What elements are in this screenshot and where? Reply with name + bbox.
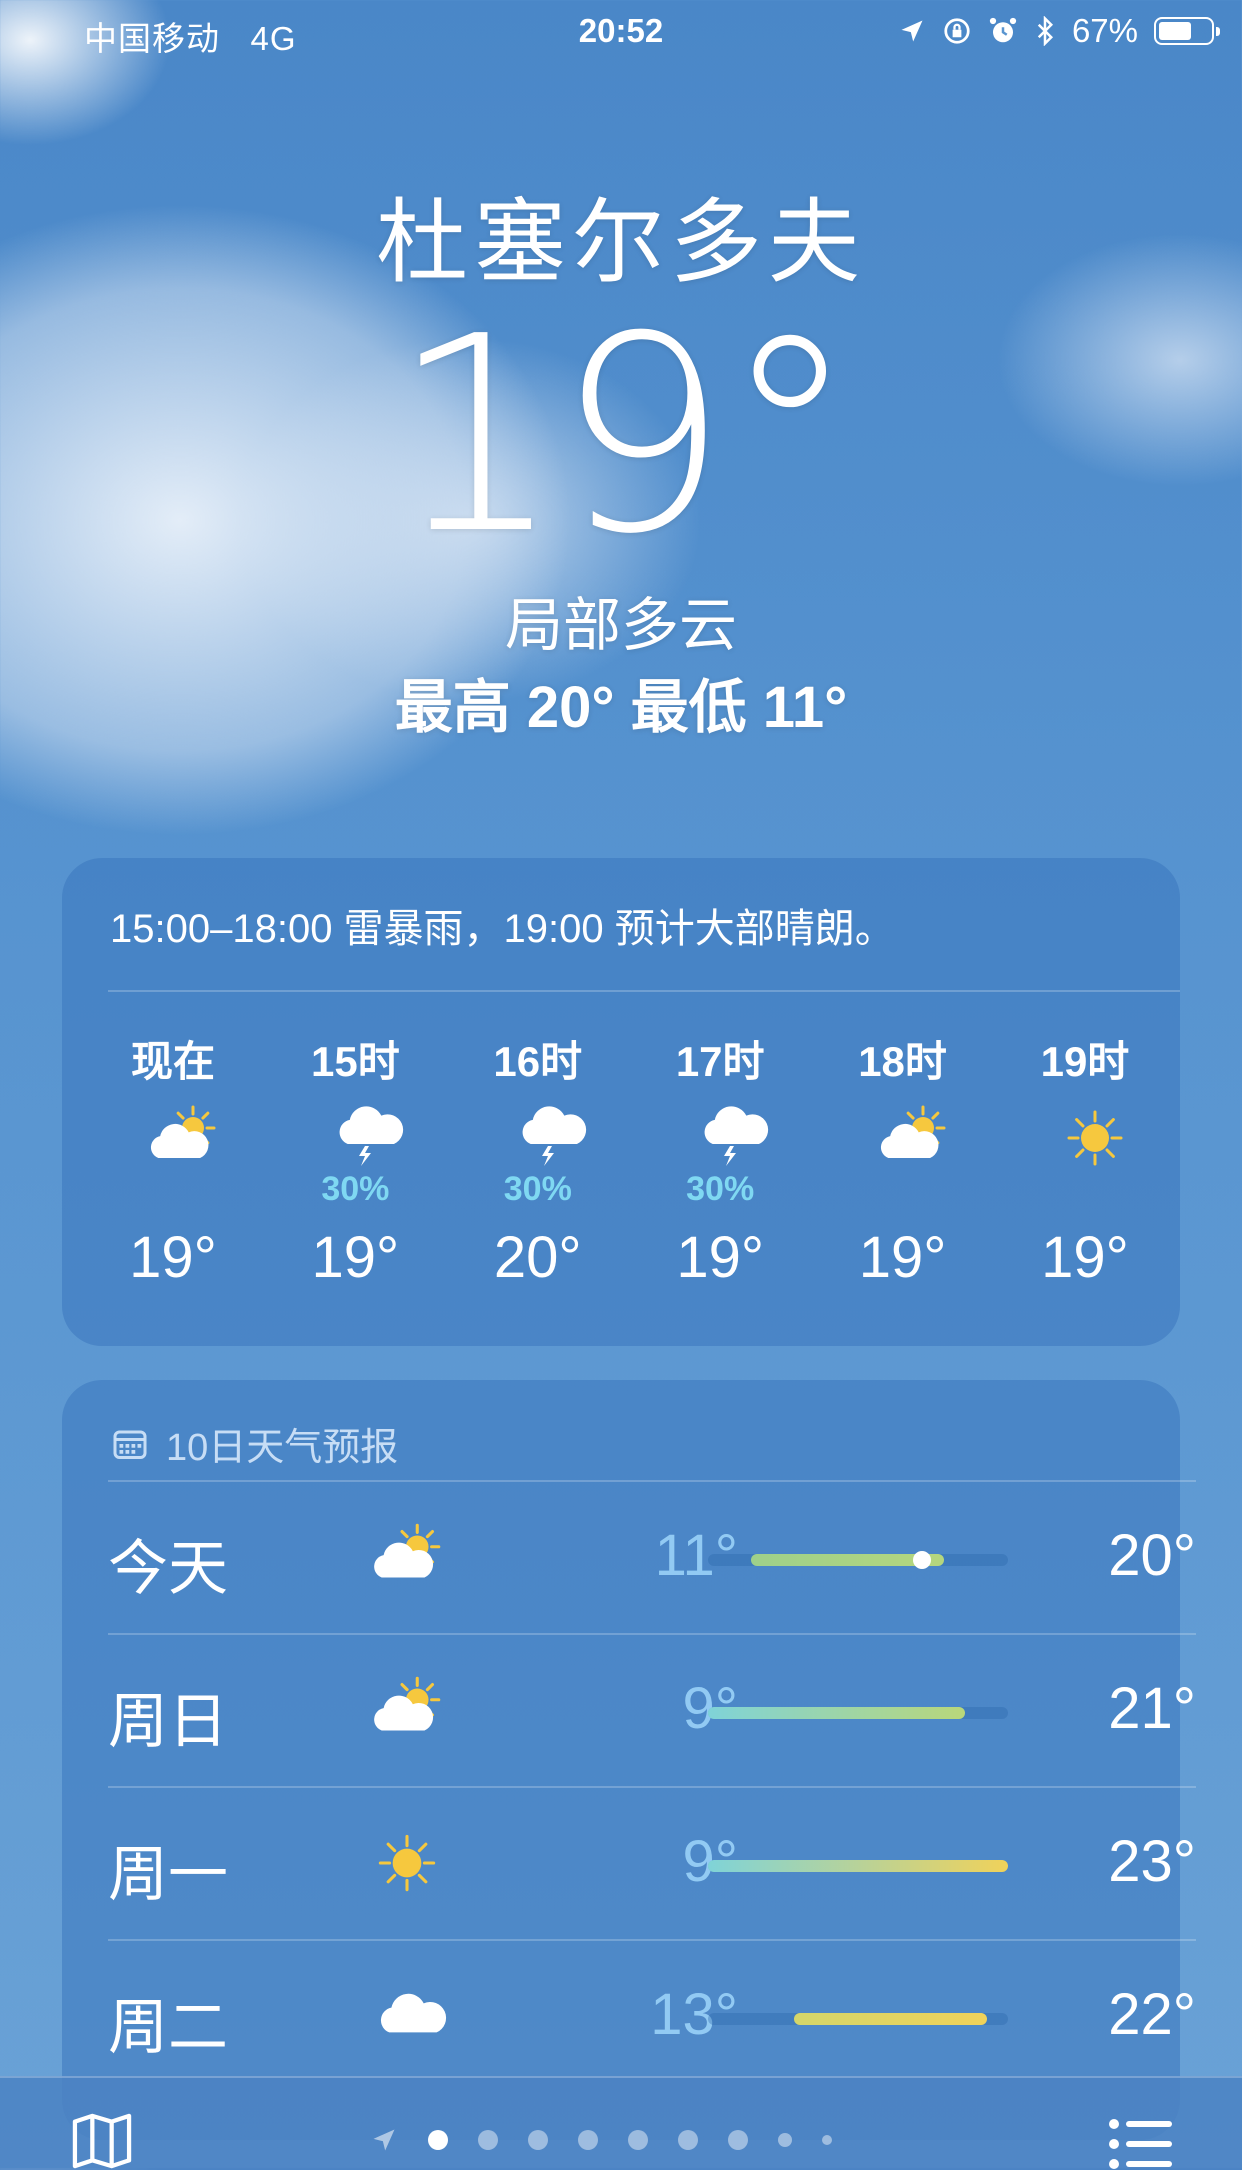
hour-temperature: 20° — [493, 1225, 582, 1290]
sun-icon — [362, 1822, 452, 1904]
high-temperature: 22° — [1108, 1982, 1196, 2047]
alarm-icon — [989, 17, 1017, 43]
page-dot[interactable] — [478, 2130, 498, 2150]
hour-label: 现在 — [130, 1038, 215, 1085]
temperature-range-bar — [708, 1860, 1008, 1872]
bottom-toolbar — [0, 2076, 1242, 2170]
hourly-item: 17时 30% 19° — [655, 1028, 785, 1318]
page-dot[interactable] — [678, 2130, 698, 2150]
forecast-row[interactable]: 周日 9° 21° — [108, 1633, 1196, 1786]
high-low: 最高 20° 最低 11° — [394, 675, 848, 740]
map-icon[interactable] — [70, 2112, 134, 2170]
hour-label: 16时 — [493, 1038, 583, 1085]
page-dot[interactable] — [578, 2130, 598, 2150]
hour-temperature: 19° — [676, 1225, 765, 1290]
page-dot[interactable] — [728, 2130, 748, 2150]
hourly-list[interactable]: 现在 19° 15时 30% 19° 16时 30% 20° 17时 30% 19° 1… — [108, 1028, 1150, 1318]
current-temperature: 19° — [390, 278, 858, 593]
high-temperature: 23° — [1108, 1829, 1196, 1894]
location-arrow-icon — [901, 20, 923, 42]
thunderstorm-icon — [690, 1098, 770, 1178]
high-temperature: 20° — [1108, 1523, 1196, 1588]
hourly-item: 15时 30% 19° — [290, 1028, 420, 1318]
partly-cloudy-icon — [362, 1669, 452, 1751]
temperature-range-fill — [708, 1860, 1008, 1872]
hour-label: 18时 — [858, 1038, 947, 1085]
hour-temperature: 19° — [858, 1225, 947, 1290]
precipitation-probability: 30% — [686, 1170, 755, 1208]
current-temp-dot — [913, 1551, 932, 1569]
day-label: 周二 — [108, 1994, 228, 2061]
day-label: 周日 — [108, 1688, 228, 1755]
page-dot[interactable] — [628, 2130, 648, 2150]
rotation-lock-icon — [944, 18, 970, 44]
battery-percent: 67% — [1071, 12, 1138, 49]
hour-label: 17时 — [675, 1038, 765, 1085]
page-dot[interactable] — [778, 2133, 792, 2147]
temperature-range-fill — [708, 1707, 966, 1719]
forecast-list: 今天 11° 20°周日 9° 21°周一 9° 23°周二 13° 22° — [108, 1480, 1198, 2092]
thunderstorm-icon — [508, 1098, 588, 1178]
page-dot[interactable] — [822, 2135, 832, 2145]
sun-icon — [1055, 1098, 1135, 1178]
hour-label: 19时 — [1040, 1038, 1130, 1085]
high-temperature: 21° — [1108, 1676, 1196, 1741]
current-condition: 局部多云 — [504, 593, 737, 658]
forecast-header: 10日天气预报 — [112, 1416, 398, 1471]
hourly-summary: 15:00–18:00 雷暴雨，19:00 预计大部晴朗。 — [110, 907, 895, 951]
temperature-range-bar — [708, 1551, 1008, 1569]
page-dot[interactable] — [528, 2130, 548, 2150]
forecast-row[interactable]: 周二 13° 22° — [108, 1939, 1196, 2092]
calendar-icon — [113, 1430, 147, 1459]
hour-temperature: 19° — [311, 1225, 400, 1290]
day-label: 周一 — [108, 1841, 228, 1908]
hour-label: 15时 — [311, 1038, 400, 1085]
hour-temperature: 19° — [129, 1225, 217, 1290]
list-icon[interactable] — [1108, 2118, 1172, 2170]
hourly-item: 16时 30% 20° — [473, 1028, 603, 1318]
status-bar: 中国移动 4G 20:52 67% — [0, 0, 1242, 64]
cloud-icon — [362, 1975, 452, 2057]
forecast-row[interactable]: 周一 9° 23° — [108, 1786, 1196, 1939]
partly-cloudy-icon — [143, 1098, 223, 1178]
location-page-icon[interactable] — [370, 2126, 398, 2154]
forecast-row[interactable]: 今天 11° 20° — [108, 1480, 1196, 1633]
status-icons: 67% — [898, 12, 1220, 50]
battery-icon — [1154, 17, 1220, 45]
temperature-range-bar — [708, 2013, 1008, 2025]
page-indicator[interactable] — [370, 2126, 832, 2154]
day-label: 今天 — [108, 1535, 228, 1602]
forecast-title: 10日天气预报 — [166, 1427, 399, 1469]
thunderstorm-icon — [325, 1098, 405, 1178]
bluetooth-icon — [1037, 16, 1053, 46]
precipitation-probability: 30% — [503, 1170, 572, 1208]
partly-cloudy-icon — [362, 1516, 452, 1598]
precipitation-probability: 30% — [321, 1170, 390, 1208]
hourly-forecast-card[interactable]: 15:00–18:00 雷暴雨，19:00 预计大部晴朗。 现在 19° 15时 … — [62, 858, 1180, 1346]
ten-day-forecast-card[interactable]: 10日天气预报 今天 11° 20°周日 9° 21°周一 9° 23°周二 1… — [62, 1380, 1196, 2140]
hour-temperature: 19° — [1041, 1225, 1129, 1290]
temperature-range-bar — [708, 1707, 1008, 1719]
temperature-range-fill — [793, 2013, 987, 2025]
page-dot[interactable] — [428, 2130, 448, 2150]
partly-cloudy-icon — [873, 1098, 953, 1178]
hourly-item: 18时 19° — [838, 1028, 968, 1318]
hourly-item: 19时 19° — [1020, 1028, 1150, 1318]
divider — [108, 990, 1180, 992]
hourly-item: 现在 19° — [108, 1028, 238, 1318]
